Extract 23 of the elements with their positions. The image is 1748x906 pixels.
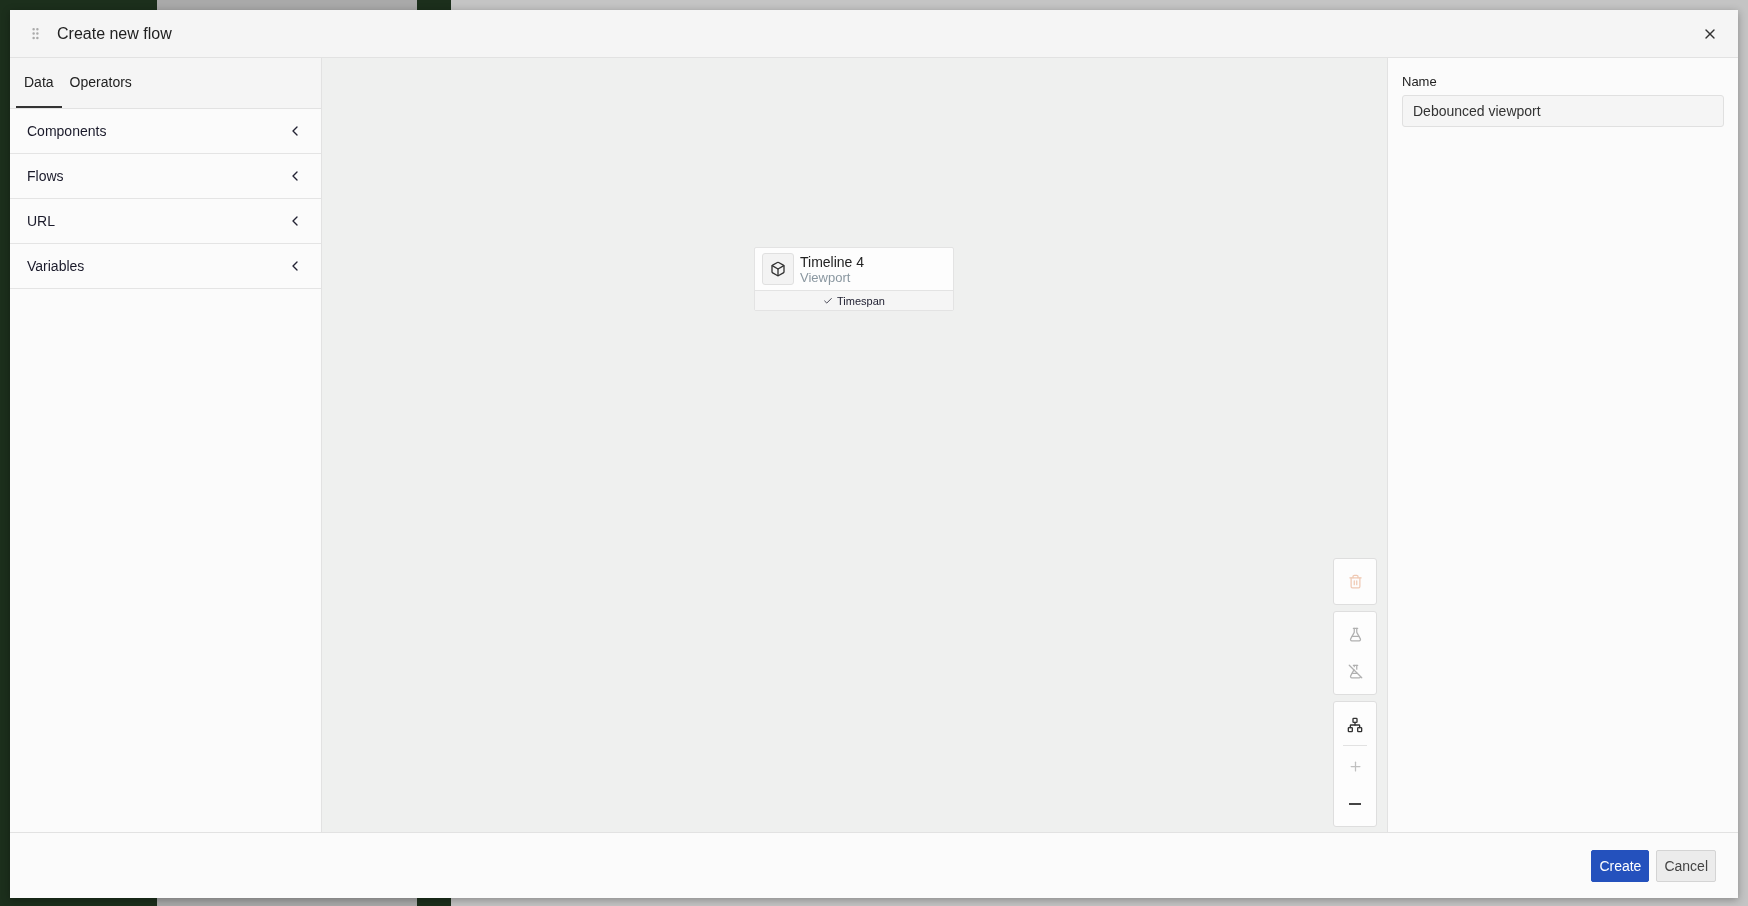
tab[interactable]: Operators	[61, 58, 140, 108]
accordion-item[interactable]: Components	[10, 109, 321, 154]
flask-off-icon	[1347, 664, 1363, 679]
field-label: Name	[1402, 74, 1438, 89]
node-subtitle: Viewport	[800, 269, 852, 285]
port-label: Timespan	[837, 294, 885, 307]
zoom-in-icon	[1347, 759, 1363, 774]
cube-icon	[762, 253, 794, 285]
tab[interactable]: Data	[16, 58, 62, 108]
dialog-title: Create new flow	[57, 24, 173, 43]
name-input[interactable]: Debounced viewport	[1402, 95, 1724, 127]
flow-node[interactable]: Timeline 4 Viewport Timespan	[754, 247, 954, 311]
hierarchy-icon	[1347, 716, 1363, 733]
node-title: Timeline 4	[800, 253, 865, 270]
accordion-item[interactable]: Flows	[10, 154, 321, 199]
accordion-item[interactable]: URL	[10, 199, 321, 244]
flask-icon	[1347, 627, 1363, 642]
node-port[interactable]: Timespan	[755, 290, 953, 310]
cancel-button[interactable]: Cancel	[1656, 849, 1716, 882]
zoom-out-icon	[1349, 802, 1361, 805]
accordion-item[interactable]: Variables	[10, 244, 321, 289]
trash-icon	[1347, 574, 1363, 589]
create-button[interactable]: Create	[1591, 849, 1650, 882]
